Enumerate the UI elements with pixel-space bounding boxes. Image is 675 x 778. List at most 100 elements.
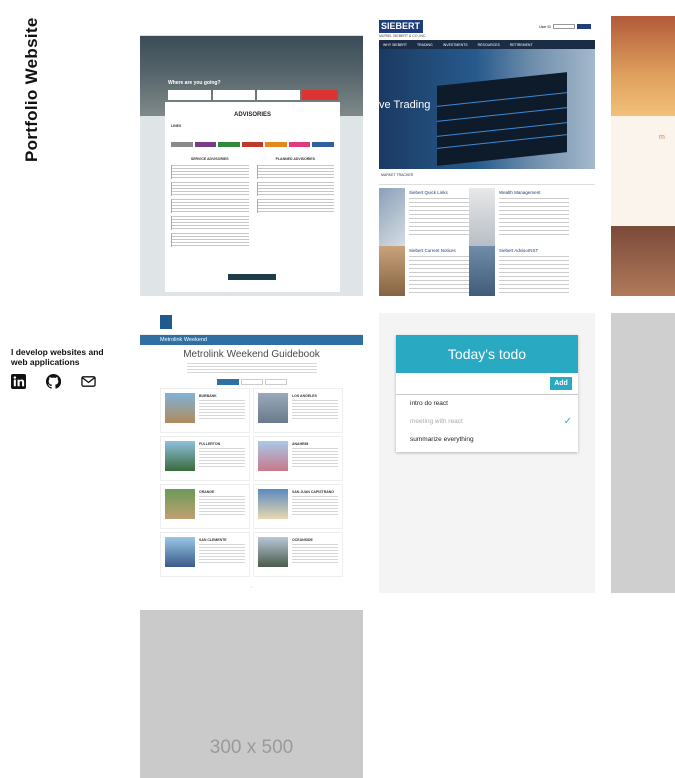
card-text: [499, 198, 569, 238]
city-description: [199, 496, 245, 516]
city-card: FULLERTON: [160, 436, 250, 481]
todo-item[interactable]: meeting with react ✓: [396, 413, 578, 431]
city-image: [165, 393, 195, 423]
todo-item-text: meeting with react: [410, 418, 463, 425]
todo-list: intro do react meeting with react ✓ summari…: [396, 395, 578, 449]
finance-logo-sub: MURIEL SIEBERT & CO.,INC.: [379, 34, 427, 38]
finance-nav-item: TRADING: [417, 42, 433, 47]
finance-nav: WHY SIEBERT TRADING INVESTMENTS RESOURCE…: [379, 40, 595, 49]
finance-card-title: Siebert Quick Links: [409, 190, 448, 195]
city-grid: BURBANK LOS ANGELES FULLERTON ANAHEIM ORANGE…: [160, 388, 343, 577]
advisory-row: [171, 199, 249, 213]
advisory-columns: SERVICE ADVISORIES PLANNED ADVISORIES: [171, 157, 334, 250]
finance-card-title: Siebert Current Notices: [409, 248, 456, 253]
line-color-button: [288, 142, 311, 147]
planned-advisories-column: PLANNED ADVISORIES: [256, 157, 334, 250]
advisory-row: [171, 233, 249, 247]
city-description: [199, 400, 245, 420]
city-card: OCEANSIDE: [253, 532, 343, 577]
city-image: [258, 489, 288, 519]
city-name: OCEANSIDE: [292, 538, 313, 542]
tagline: I develop websites and web applications: [11, 347, 104, 367]
card-image: [379, 246, 405, 296]
city-image: [165, 441, 195, 471]
todo-item-text: summarize everything: [410, 436, 474, 443]
city-card: ANAHEIM: [253, 436, 343, 481]
todo-item[interactable]: summarize everything: [396, 431, 578, 449]
city-card: SAN JUAN CAPISTRANO: [253, 484, 343, 529]
placeholder-size-label: 300 x 500: [209, 737, 294, 758]
advisory-row: [171, 216, 249, 230]
finance-nav-item: RESOURCES: [477, 42, 500, 47]
user-id-label: User ID: [539, 24, 551, 29]
finance-nav-item: INVESTMENTS: [442, 42, 468, 47]
travel-search-bar: [168, 90, 339, 100]
city-name: FULLERTON: [199, 442, 221, 446]
city-name: ORANGE: [199, 490, 215, 494]
line-color-buttons: [171, 142, 335, 147]
lines-label: LINES: [171, 124, 182, 128]
city-name: ANAHEIM: [292, 442, 309, 446]
project-tile-placeholder-gray[interactable]: [611, 313, 675, 593]
project-tile-todo[interactable]: Today's todo Add intro do react meeting w…: [379, 313, 595, 593]
city-card: BURBANK: [160, 388, 250, 433]
line-color-button: [218, 142, 240, 147]
guidebook-tabs: [140, 379, 363, 385]
sunset-hero-image: [611, 16, 675, 116]
advisory-row: [171, 165, 249, 179]
finance-hero: ve Trading: [379, 49, 595, 169]
project-tile-guidebook[interactable]: Metrolink Weekend Metrolink Weekend Guid…: [140, 313, 363, 603]
service-advisories-column: SERVICE ADVISORIES: [171, 157, 249, 250]
project-tile-placeholder[interactable]: 300 x 500: [140, 610, 363, 778]
city-image: [165, 489, 195, 519]
service-advisories-heading: SERVICE ADVISORIES: [190, 157, 229, 161]
email-link[interactable]: [81, 374, 96, 389]
todo-input-row: Add: [396, 373, 578, 395]
finance-nav-item: RETIREMENT: [509, 42, 533, 47]
todo-title: Today's todo: [396, 335, 578, 373]
line-color-button: [312, 142, 335, 147]
city-description: [292, 448, 338, 468]
card-text: [499, 256, 569, 296]
finance-card: Siebert AdvisorNXT: [469, 246, 577, 296]
finance-card: Wealth Management: [469, 188, 577, 246]
guidebook-brandbar: Metrolink Weekend: [140, 335, 363, 345]
finance-login: User ID: [539, 24, 591, 29]
city-card: LOS ANGELES: [253, 388, 343, 433]
city-description: [199, 448, 245, 468]
card-image: [469, 246, 495, 296]
line-color-button: [171, 142, 193, 147]
project-tile-travel[interactable]: Where are you going? ADVISORIES LINES SE…: [140, 16, 363, 296]
guidebook-top: [140, 313, 363, 335]
view-all-advisories-button: [228, 274, 276, 280]
city-name: LOS ANGELES: [292, 394, 317, 398]
linkedin-link[interactable]: [11, 374, 26, 389]
github-link[interactable]: [46, 374, 61, 389]
finance-nav-item: WHY SIEBERT: [383, 42, 407, 47]
guidebook-brand: Metrolink Weekend: [160, 337, 207, 343]
advisory-row: [256, 182, 334, 196]
project-tile-finance[interactable]: SIEBERT MURIEL SIEBERT & CO.,INC. User I…: [379, 16, 595, 296]
city-name: BURBANK: [199, 394, 217, 398]
advisory-row: [256, 199, 334, 213]
social-links: [11, 374, 96, 389]
card-image: [469, 188, 495, 246]
advisory-row: [171, 182, 249, 196]
add-todo-button[interactable]: Add: [550, 377, 572, 390]
todo-card: Today's todo Add intro do react meeting w…: [396, 335, 578, 452]
city-description: [292, 496, 338, 516]
city-name: SAN JUAN CAPISTRANO: [292, 490, 335, 494]
todo-item[interactable]: intro do react: [396, 395, 578, 413]
sunset-content: [611, 116, 675, 226]
city-card: ORANGE: [160, 484, 250, 529]
city-description: [292, 544, 338, 564]
finance-logo: SIEBERT: [379, 20, 423, 33]
project-tile-sunset[interactable]: m: [611, 16, 675, 296]
github-icon: [46, 374, 61, 389]
travel-question: Where are you going?: [168, 80, 221, 86]
email-icon: [81, 376, 96, 387]
sunset-photo: [611, 226, 675, 296]
advisory-row: [256, 165, 334, 179]
guidebook-intro: [186, 363, 317, 373]
line-color-button: [265, 142, 287, 147]
